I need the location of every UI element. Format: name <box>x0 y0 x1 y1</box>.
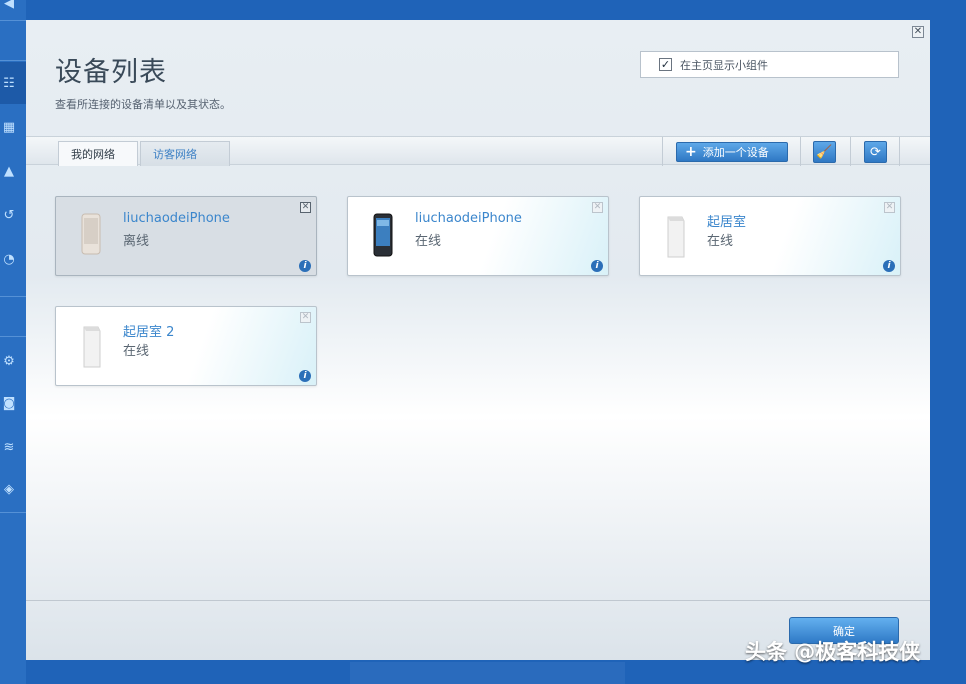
show-widget-option[interactable]: ✓ 在主页显示小组件 <box>640 51 899 78</box>
sidebar-divider <box>0 512 26 513</box>
tab-label: 访客网络 <box>153 148 197 161</box>
background-panel <box>350 662 625 684</box>
warning-icon[interactable]: ▲ <box>0 162 18 180</box>
device-card[interactable]: 起居室 在线 ✕ i <box>639 196 901 276</box>
add-device-label: 添加一个设备 <box>702 146 769 159</box>
sidebar-divider <box>0 20 26 21</box>
device-status: 离线 <box>123 234 150 249</box>
plus-icon: + <box>685 144 697 160</box>
arrow-icon[interactable]: ◀ <box>0 0 18 12</box>
wifi-icon[interactable]: ≋ <box>0 438 18 456</box>
footer-divider <box>26 600 930 601</box>
broom-icon[interactable]: 🧹 <box>813 141 836 163</box>
toolbar-divider <box>800 137 801 166</box>
info-icon[interactable]: i <box>299 260 311 272</box>
router-node-icon <box>83 326 101 368</box>
device-name[interactable]: liuchaodeiPhone <box>123 211 230 226</box>
remove-device-icon[interactable]: ✕ <box>592 202 603 213</box>
device-status: 在线 <box>123 344 150 359</box>
device-card[interactable]: 起居室 2 在线 ✕ i <box>55 306 317 386</box>
device-card[interactable]: liuchaodeiPhone 离线 ✕ i <box>55 196 317 276</box>
device-status: 在线 <box>415 234 442 249</box>
device-name[interactable]: 起居室 2 <box>123 321 174 340</box>
sidebar-divider <box>0 60 26 61</box>
update-icon[interactable]: ↺ <box>0 206 18 224</box>
show-widget-label: 在主页显示小组件 <box>680 58 768 72</box>
router-node-icon <box>667 216 685 258</box>
tab-label: 我的网络 <box>71 148 115 161</box>
device-list-dialog: ✕ 设备列表 查看所连接的设备清单以及其状态。 ✓ 在主页显示小组件 我的网络 … <box>26 20 930 660</box>
device-name[interactable]: liuchaodeiPhone <box>415 211 522 226</box>
tab-bar: 我的网络 访客网络 + 添加一个设备 🧹 ⟳ <box>26 136 930 166</box>
sidebar-divider <box>0 296 26 297</box>
page-title: 设备列表 <box>55 57 167 88</box>
phone-icon <box>81 213 101 255</box>
page-subtitle: 查看所连接的设备清单以及其状态。 <box>55 98 231 111</box>
toolbar-divider <box>850 137 851 166</box>
camera-icon[interactable]: ◙ <box>0 394 18 412</box>
speed-icon[interactable]: ◔ <box>0 250 18 268</box>
phone-icon <box>373 213 393 257</box>
refresh-icon[interactable]: ⟳ <box>864 141 887 163</box>
sidebar: ◀ ☷ ▦ ▲ ↺ ◔ ⚙ ◙ ≋ ◈ <box>0 0 26 684</box>
watermark: 头条 @极客科技侠 <box>745 640 921 664</box>
add-device-button[interactable]: + 添加一个设备 <box>676 142 788 162</box>
shield-icon[interactable]: ◈ <box>0 480 18 498</box>
info-icon[interactable]: i <box>299 370 311 382</box>
info-icon[interactable]: i <box>883 260 895 272</box>
device-name[interactable]: 起居室 <box>707 211 746 230</box>
remove-device-icon[interactable]: ✕ <box>300 312 311 323</box>
remove-device-icon[interactable]: ✕ <box>300 202 311 213</box>
show-widget-checkbox[interactable]: ✓ <box>659 58 672 71</box>
sidebar-divider <box>0 336 26 337</box>
info-icon[interactable]: i <box>591 260 603 272</box>
device-status: 在线 <box>707 234 734 249</box>
close-icon[interactable]: ✕ <box>912 26 924 38</box>
tab-my-network[interactable]: 我的网络 <box>58 141 138 166</box>
remove-device-icon[interactable]: ✕ <box>884 202 895 213</box>
network-icon[interactable]: ☷ <box>0 74 18 92</box>
device-card[interactable]: liuchaodeiPhone 在线 ✕ i <box>347 196 609 276</box>
toolbar-divider <box>899 137 900 166</box>
tab-guest-network[interactable]: 访客网络 <box>140 141 230 166</box>
calendar-icon[interactable]: ▦ <box>0 118 18 136</box>
gear-icon[interactable]: ⚙ <box>0 352 18 370</box>
toolbar-divider <box>662 137 663 166</box>
